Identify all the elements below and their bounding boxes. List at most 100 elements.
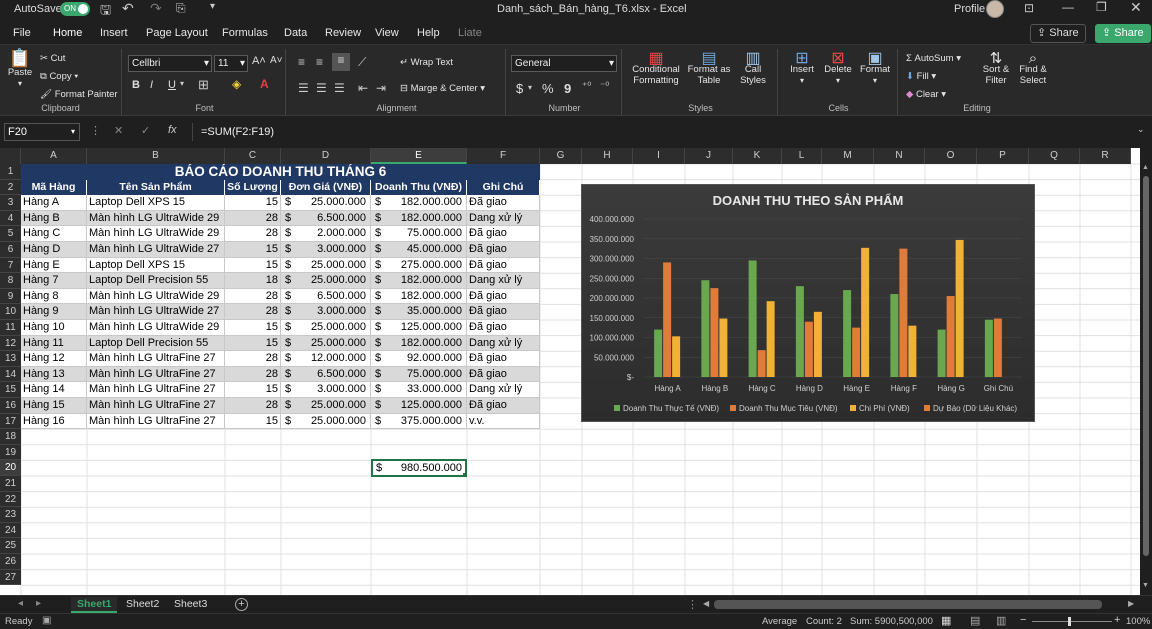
accessibility-icon[interactable]: ▣ (42, 615, 51, 626)
row-header[interactable]: 12 (0, 335, 21, 352)
fill-button[interactable]: ⬇ Fill ▾ (906, 71, 936, 82)
column-header-e[interactable]: E (371, 148, 467, 164)
decrease-decimal-icon[interactable]: ⁻⁰ (600, 81, 609, 92)
column-header-k[interactable]: K (733, 148, 782, 164)
table-cell[interactable]: Màn hình LG UltraWide 29 (87, 320, 225, 336)
table-header-cell[interactable]: Ghi Chú (467, 179, 540, 196)
table-cell[interactable]: v.v. (467, 413, 540, 430)
chart-bar[interactable] (663, 262, 672, 377)
table-header-cell[interactable]: Doanh Thu (VNĐ) (371, 179, 467, 196)
column-header-b[interactable]: B (87, 148, 225, 164)
table-cell[interactable]: Đã giao (467, 288, 540, 305)
percent-button[interactable]: % (542, 81, 554, 96)
prev-sheet-icon[interactable]: ◂ (18, 598, 23, 609)
table-cell[interactable]: 15 (225, 320, 281, 336)
table-cell[interactable]: Đã giao (467, 242, 540, 258)
table-cell[interactable]: Màn hình LG UltraWide 29 (87, 288, 225, 305)
row-header[interactable]: 9 (0, 288, 21, 305)
currency-dropdown-icon[interactable]: ▾ (528, 83, 532, 92)
table-cell[interactable]: Màn hình LG UltraWide 27 (87, 242, 225, 258)
underline-dropdown-icon[interactable]: ▾ (180, 79, 184, 88)
table-cell[interactable]: $6.500.000 (281, 210, 371, 227)
table-cell[interactable]: Hàng 9 (21, 304, 87, 320)
undo-icon[interactable]: ↶ (122, 0, 134, 17)
table-cell[interactable]: Hàng 15 (21, 398, 87, 414)
copy-button[interactable]: ⧉ Copy ▾ (40, 71, 78, 82)
tab-data[interactable]: Data (284, 25, 307, 43)
share-button-primary[interactable]: ⇪ Share (1095, 24, 1151, 43)
row-header[interactable]: 20 (0, 460, 21, 476)
table-cell[interactable]: 28 (225, 351, 281, 367)
chart-bar[interactable] (757, 350, 766, 377)
column-header-n[interactable]: N (874, 148, 925, 164)
table-cell[interactable]: Hàng 12 (21, 351, 87, 367)
tab-splitter-icon[interactable]: ⋮ (687, 598, 698, 611)
table-cell[interactable]: 28 (225, 304, 281, 320)
table-cell[interactable]: Màn hình LG UltraWide 27 (87, 304, 225, 320)
normal-view-icon[interactable]: ▦ (941, 614, 951, 627)
column-header-m[interactable]: M (822, 148, 874, 164)
conditional-formatting-button[interactable]: ▦ Conditional Formatting (628, 51, 684, 87)
sheet-tab-2[interactable]: Sheet2 (120, 597, 165, 613)
table-cell[interactable]: $375.000.000 (371, 413, 467, 430)
chart-bar[interactable] (984, 319, 993, 377)
horizontal-scroll-thumb[interactable] (714, 600, 1102, 609)
table-cell[interactable]: Hàng C (21, 226, 87, 242)
chart-bar[interactable] (719, 318, 728, 377)
table-cell[interactable]: Hàng 11 (21, 335, 87, 352)
scroll-up-icon[interactable]: ▲ (1142, 164, 1149, 171)
align-center-icon[interactable]: ☰ (316, 81, 327, 95)
save-icon[interactable]: 🖫 (100, 1, 111, 23)
increase-indent-icon[interactable]: ⇥ (376, 81, 386, 95)
table-cell[interactable]: 15 (225, 413, 281, 430)
customize-toolbar-icon[interactable]: ▾ (210, 1, 215, 12)
table-cell[interactable]: $25.000.000 (281, 413, 371, 430)
table-cell[interactable]: 18 (225, 273, 281, 289)
row-header[interactable]: 21 (0, 476, 21, 492)
row-header[interactable]: 7 (0, 257, 21, 274)
align-middle-icon[interactable]: ≡ (316, 55, 323, 69)
column-header-f[interactable]: F (467, 148, 540, 164)
row-header[interactable]: 5 (0, 226, 21, 242)
table-cell[interactable]: 28 (225, 366, 281, 383)
touch-mode-icon[interactable]: ⎘ (176, 1, 186, 16)
align-top-icon[interactable]: ≡ (298, 55, 305, 69)
column-header-h[interactable]: H (582, 148, 633, 164)
tab-file[interactable]: File (13, 25, 31, 43)
enter-icon[interactable]: ✓ (141, 124, 150, 137)
table-cell[interactable]: $6.500.000 (281, 366, 371, 383)
row-header[interactable]: 26 (0, 554, 21, 570)
chart-bar[interactable] (710, 288, 719, 377)
row-header[interactable]: 10 (0, 304, 21, 320)
table-cell[interactable]: Màn hình LG UltraFine 27 (87, 398, 225, 414)
decrease-indent-icon[interactable]: ⇤ (358, 81, 368, 95)
table-cell[interactable]: Hàng 8 (21, 288, 87, 305)
table-cell[interactable]: Đã giao (467, 351, 540, 367)
chart-bar[interactable] (955, 239, 964, 377)
page-break-view-icon[interactable]: ▥ (996, 614, 1006, 627)
select-all-corner[interactable] (0, 148, 21, 164)
share-button[interactable]: ⇪ Share (1030, 24, 1086, 43)
table-cell[interactable]: Hàng 14 (21, 382, 87, 398)
add-sheet-icon[interactable]: + (235, 598, 248, 611)
chart-bar[interactable] (748, 260, 757, 377)
table-cell[interactable]: 28 (225, 226, 281, 242)
chart-bar[interactable] (890, 294, 899, 377)
table-cell[interactable]: Đã giao (467, 366, 540, 383)
scroll-down-icon[interactable]: ▼ (1142, 582, 1149, 589)
cell-styles-button[interactable]: ▥ Call Styles (732, 51, 774, 87)
chart-bar[interactable] (654, 329, 663, 377)
table-cell[interactable]: $3.000.000 (281, 382, 371, 398)
merge-center-button[interactable]: ⊟ Marge & Center ▾ (400, 83, 485, 94)
column-header-a[interactable]: A (21, 148, 87, 164)
table-cell[interactable]: $3.000.000 (281, 242, 371, 258)
close-icon[interactable]: ✕ (1130, 0, 1142, 16)
table-cell[interactable]: $75.000.000 (371, 366, 467, 383)
table-cell[interactable]: $25.000.000 (281, 335, 371, 352)
table-cell[interactable]: 28 (225, 288, 281, 305)
chart-bar[interactable] (804, 321, 813, 377)
formula-input[interactable]: =SUM(F2:F19) (192, 123, 1132, 141)
column-header-i[interactable]: I (633, 148, 685, 164)
format-cells-button[interactable]: ▣ Format ▾ (856, 51, 894, 86)
profile-label[interactable]: Profile (954, 3, 985, 15)
